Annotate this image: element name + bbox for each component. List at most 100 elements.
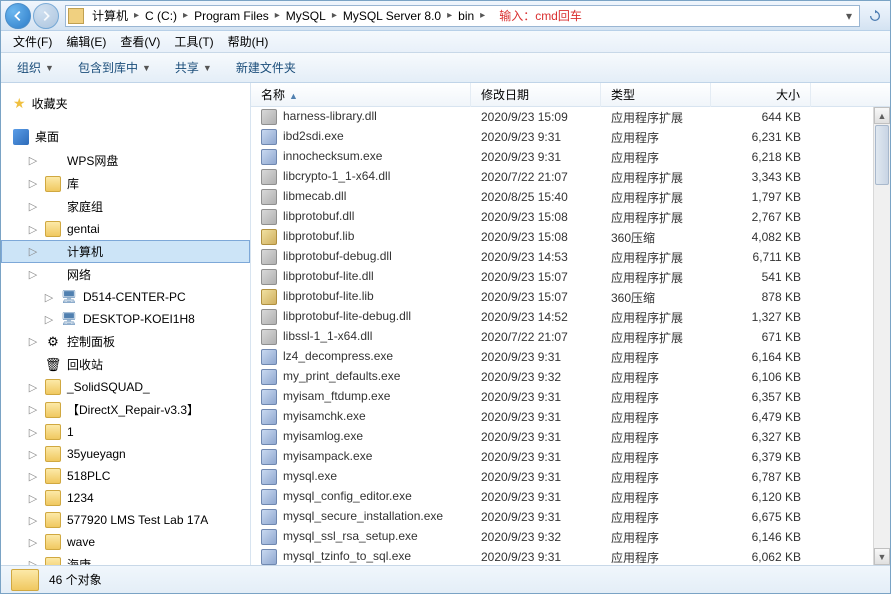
include-button[interactable]: 包含到库中▼: [70, 55, 159, 80]
sidebar-recycle[interactable]: 🗑回收站: [1, 353, 250, 376]
breadcrumb-segment[interactable]: Program Files: [190, 7, 273, 25]
file-row[interactable]: myisampack.exe2020/9/23 9:31应用程序6,379 KB: [251, 447, 890, 467]
breadcrumb-segment[interactable]: 计算机: [88, 5, 132, 26]
menu-help[interactable]: 帮助(H): [222, 31, 275, 52]
file-row[interactable]: libcrypto-1_1-x64.dll2020/7/22 21:07应用程序…: [251, 167, 890, 187]
file-row[interactable]: libprotobuf-lite.dll2020/9/23 15:07应用程序扩…: [251, 267, 890, 287]
file-icon: [261, 189, 277, 205]
breadcrumb-segment[interactable]: C (C:): [141, 7, 181, 25]
sidebar-item-label: 1234: [67, 491, 94, 505]
file-date: 2020/9/23 9:31: [471, 148, 601, 166]
file-type: 应用程序扩展: [601, 167, 711, 188]
scroll-up-button[interactable]: ▲: [874, 107, 890, 124]
sidebar-folder[interactable]: ▷1234: [1, 487, 250, 509]
file-name: myisam_ftdump.exe: [283, 389, 390, 403]
sidebar-folder[interactable]: ▷海康: [1, 553, 250, 565]
file-size: 6,062 KB: [711, 548, 811, 565]
sidebar-folder[interactable]: ▷1: [1, 421, 250, 443]
file-icon: [261, 409, 277, 425]
file-row[interactable]: libprotobuf.dll2020/9/23 15:08应用程序扩展2,76…: [251, 207, 890, 227]
folder-icon: [45, 379, 61, 395]
breadcrumb-segment[interactable]: MySQL Server 8.0: [339, 7, 445, 25]
file-row[interactable]: my_print_defaults.exe2020/9/23 9:32应用程序6…: [251, 367, 890, 387]
file-icon: [261, 449, 277, 465]
file-size: 3,343 KB: [711, 168, 811, 186]
col-type[interactable]: 类型: [601, 83, 711, 107]
file-date: 2020/9/23 14:53: [471, 248, 601, 266]
menu-edit[interactable]: 编辑(E): [60, 31, 112, 52]
chevron-right-icon: ▸: [273, 10, 282, 21]
breadcrumb-segment[interactable]: bin: [454, 7, 478, 25]
sidebar-item[interactable]: ▷gentai: [1, 218, 250, 240]
menu-tools[interactable]: 工具(T): [168, 31, 219, 52]
sidebar-folder[interactable]: ▷35yueyagn: [1, 443, 250, 465]
sidebar-folder[interactable]: ▷【DirectX_Repair-v3.3】: [1, 398, 250, 421]
chevron-right-icon: ▸: [445, 10, 454, 21]
file-row[interactable]: myisamchk.exe2020/9/23 9:31应用程序6,479 KB: [251, 407, 890, 427]
tree-icon: [45, 244, 61, 260]
col-date[interactable]: 修改日期: [471, 83, 601, 107]
file-row[interactable]: mysql_secure_installation.exe2020/9/23 9…: [251, 507, 890, 527]
file-row[interactable]: lz4_decompress.exe2020/9/23 9:31应用程序6,16…: [251, 347, 890, 367]
sidebar-item[interactable]: ▷家庭组: [1, 195, 250, 218]
file-row[interactable]: mysql.exe2020/9/23 9:31应用程序6,787 KB: [251, 467, 890, 487]
desktop-header[interactable]: 桌面: [1, 124, 250, 149]
file-row[interactable]: libprotobuf-lite-debug.dll2020/9/23 14:5…: [251, 307, 890, 327]
file-name: libprotobuf.lib: [283, 229, 354, 243]
menu-view[interactable]: 查看(V): [114, 31, 166, 52]
back-button[interactable]: [5, 3, 31, 29]
sidebar-item[interactable]: ▷计算机: [1, 240, 250, 263]
file-size: 6,106 KB: [711, 368, 811, 386]
sidebar-folder[interactable]: ▷wave: [1, 531, 250, 553]
file-row[interactable]: libprotobuf-debug.dll2020/9/23 14:53应用程序…: [251, 247, 890, 267]
file-row[interactable]: libprotobuf.lib2020/9/23 15:08360压缩4,082…: [251, 227, 890, 247]
col-size[interactable]: 大小: [711, 83, 811, 107]
forward-button[interactable]: [33, 3, 59, 29]
scroll-down-button[interactable]: ▼: [874, 548, 890, 565]
sidebar-control-panel[interactable]: ▷⚙控制面板: [1, 330, 250, 353]
file-row[interactable]: libssl-1_1-x64.dll2020/7/22 21:07应用程序扩展6…: [251, 327, 890, 347]
scroll-thumb[interactable]: [875, 125, 889, 185]
sidebar-folder[interactable]: ▷518PLC: [1, 465, 250, 487]
sidebar-item[interactable]: ▷WPS网盘: [1, 149, 250, 172]
newfolder-button[interactable]: 新建文件夹: [228, 55, 304, 80]
sidebar-item[interactable]: ▷网络: [1, 263, 250, 286]
menu-file[interactable]: 文件(F): [7, 31, 58, 52]
status-count: 46 个对象: [49, 571, 102, 588]
sidebar-folder[interactable]: ▷_SolidSQUAD_: [1, 376, 250, 398]
file-row[interactable]: mysql_config_editor.exe2020/9/23 9:31应用程…: [251, 487, 890, 507]
sidebar-item[interactable]: ▷库: [1, 172, 250, 195]
file-name: libprotobuf-lite.dll: [283, 269, 374, 283]
file-row[interactable]: mysql_tzinfo_to_sql.exe2020/9/23 9:31应用程…: [251, 547, 890, 565]
col-name[interactable]: 名称▲: [251, 83, 471, 107]
file-row[interactable]: ibd2sdi.exe2020/9/23 9:31应用程序6,231 KB: [251, 127, 890, 147]
organize-button[interactable]: 组织▼: [9, 55, 62, 80]
folder-icon: [45, 446, 61, 462]
sidebar-network-item[interactable]: ▷🖥D514-CENTER-PC: [1, 286, 250, 308]
refresh-button[interactable]: [864, 5, 886, 27]
favorites-header[interactable]: ★收藏夹: [1, 91, 250, 116]
file-row[interactable]: harness-library.dll2020/9/23 15:09应用程序扩展…: [251, 107, 890, 127]
scrollbar[interactable]: ▲ ▼: [873, 107, 890, 565]
folder-icon: [45, 468, 61, 484]
file-row[interactable]: myisamlog.exe2020/9/23 9:31应用程序6,327 KB: [251, 427, 890, 447]
toolbar: 组织▼ 包含到库中▼ 共享▼ 新建文件夹: [1, 53, 890, 83]
file-name: innochecksum.exe: [283, 149, 382, 163]
sidebar-network-item[interactable]: ▷🖥DESKTOP-KOEI1H8: [1, 308, 250, 330]
file-type: 应用程序: [601, 547, 711, 566]
address-bar[interactable]: 计算机▸C (C:)▸Program Files▸MySQL▸MySQL Ser…: [65, 5, 860, 27]
file-row[interactable]: libprotobuf-lite.lib2020/9/23 15:07360压缩…: [251, 287, 890, 307]
file-row[interactable]: mysql_ssl_rsa_setup.exe2020/9/23 9:32应用程…: [251, 527, 890, 547]
sidebar-folder[interactable]: ▷577920 LMS Test Lab 17A: [1, 509, 250, 531]
share-button[interactable]: 共享▼: [167, 55, 220, 80]
file-row[interactable]: libmecab.dll2020/8/25 15:40应用程序扩展1,797 K…: [251, 187, 890, 207]
breadcrumb-segment[interactable]: MySQL: [282, 7, 330, 25]
address-dropdown[interactable]: ▾: [841, 9, 857, 23]
file-row[interactable]: innochecksum.exe2020/9/23 9:31应用程序6,218 …: [251, 147, 890, 167]
file-date: 2020/9/23 9:32: [471, 368, 601, 386]
file-name: libprotobuf-lite-debug.dll: [283, 309, 411, 323]
file-icon: [261, 269, 277, 285]
file-row[interactable]: myisam_ftdump.exe2020/9/23 9:31应用程序6,357…: [251, 387, 890, 407]
file-name: mysql_ssl_rsa_setup.exe: [283, 529, 418, 543]
computer-icon: 🖥: [61, 289, 77, 305]
